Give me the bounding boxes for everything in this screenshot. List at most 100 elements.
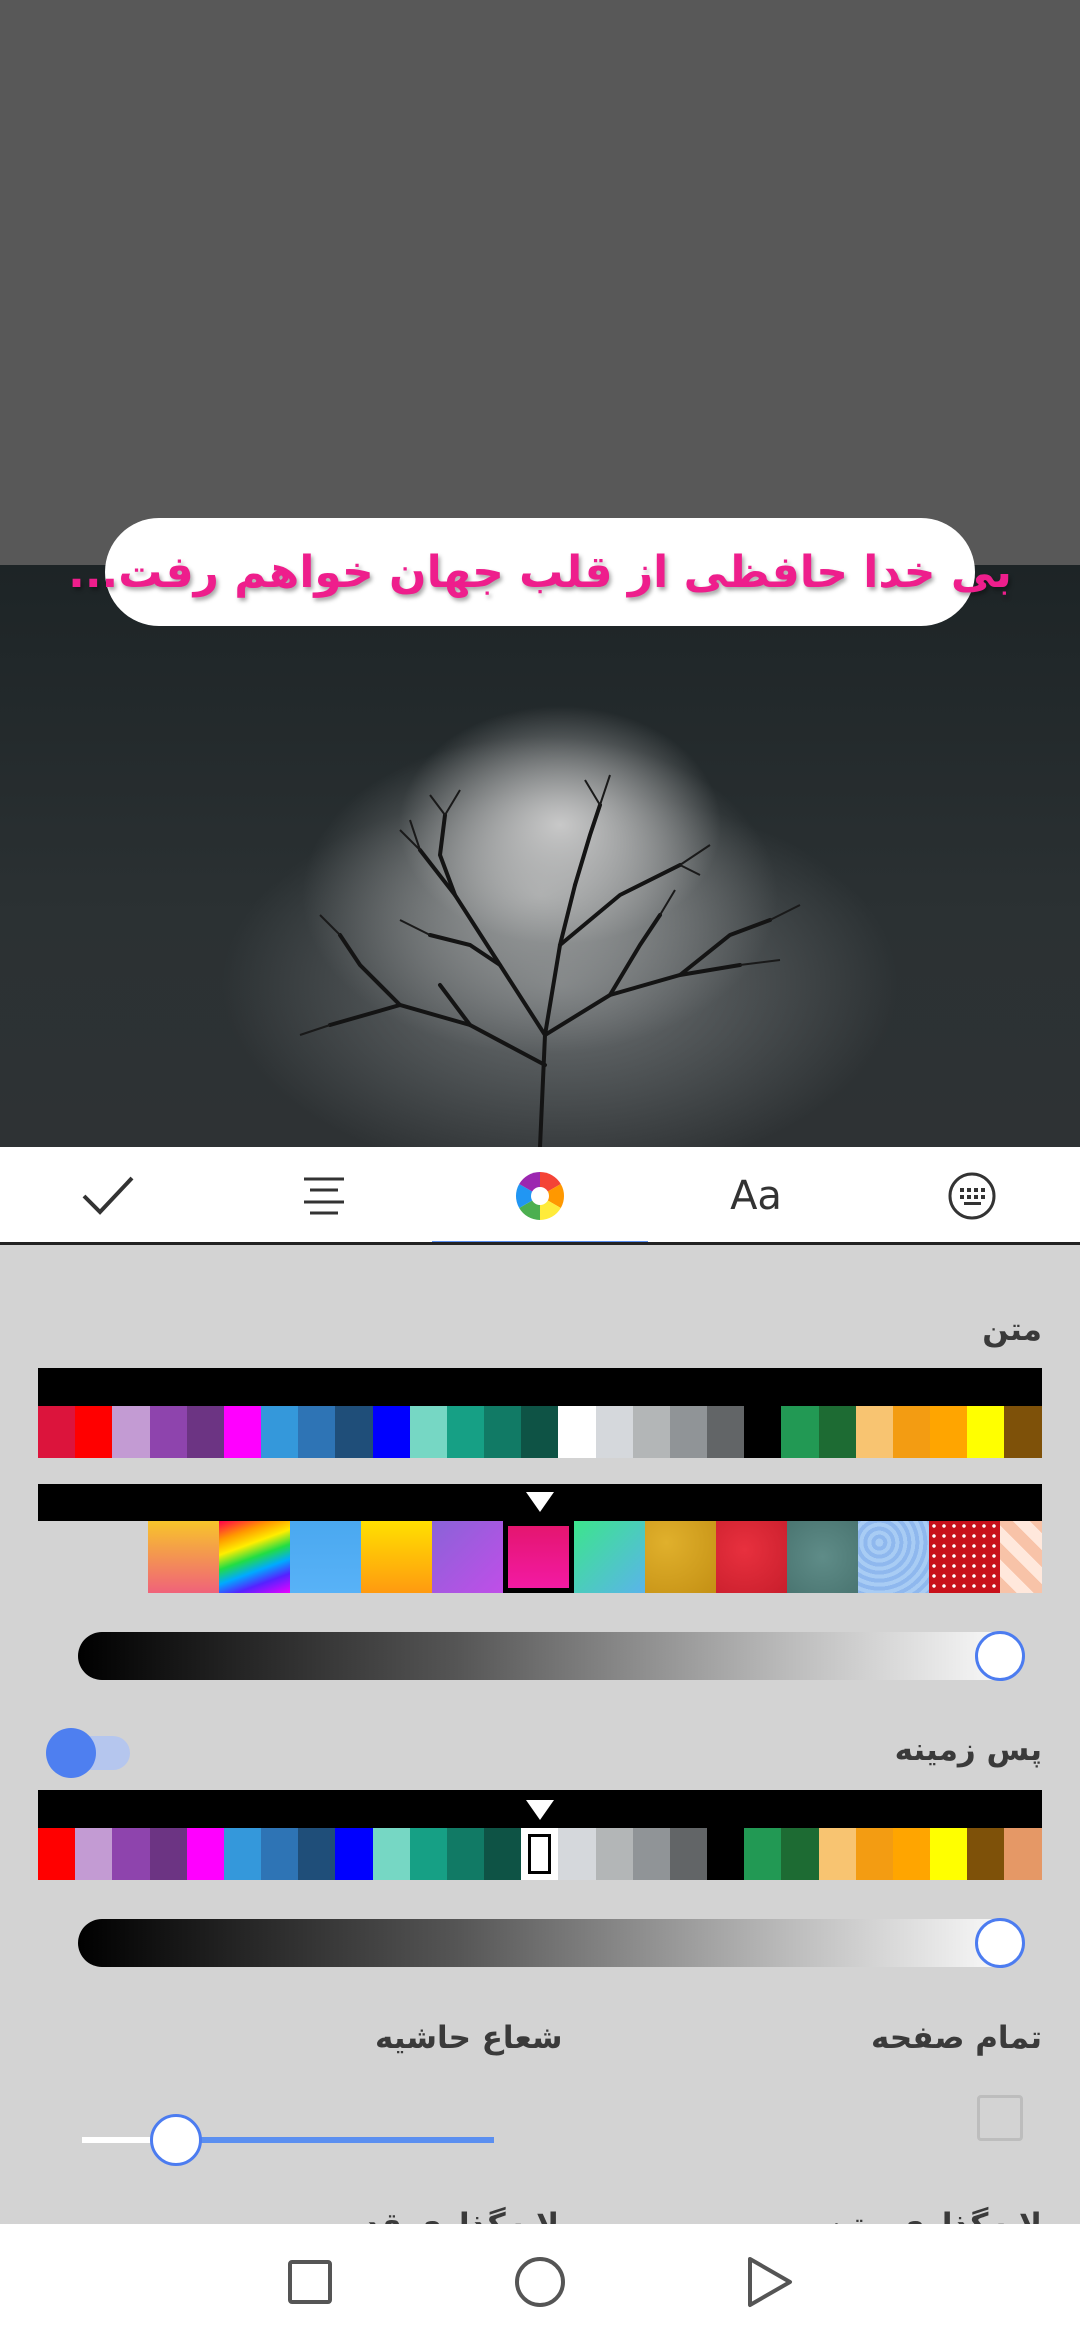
background-color-swatch[interactable] [967, 1828, 1005, 1880]
text-color-swatch[interactable] [521, 1406, 559, 1458]
background-color-swatch[interactable] [75, 1828, 113, 1880]
tab-alignment[interactable] [216, 1147, 432, 1245]
keyboard-icon [948, 1172, 996, 1220]
preview-background [0, 0, 1080, 565]
full-page-checkbox[interactable] [977, 2095, 1023, 2141]
text-color-swatch[interactable] [149, 1406, 187, 1458]
background-photo [0, 565, 1080, 1147]
text-color-swatch[interactable] [595, 1406, 633, 1458]
background-color-swatch[interactable] [372, 1828, 410, 1880]
background-opacity-slider[interactable] [78, 1919, 1024, 1967]
background-color-swatch[interactable] [409, 1828, 447, 1880]
home-icon [515, 2257, 565, 2307]
text-color-swatch[interactable] [112, 1406, 150, 1458]
background-color-swatch[interactable] [669, 1828, 708, 1880]
text-color-swatch[interactable] [632, 1406, 670, 1458]
border-radius-label: شعاع حاشیه [375, 2020, 563, 2056]
background-color-swatch[interactable] [38, 1828, 76, 1880]
text-color-swatch[interactable] [855, 1406, 893, 1458]
keyboard-button[interactable] [864, 1147, 1080, 1245]
background-color-swatch[interactable] [484, 1828, 522, 1880]
text-color-swatch[interactable] [409, 1406, 447, 1458]
background-toggle-thumb[interactable] [46, 1728, 96, 1778]
background-color-swatch[interactable] [930, 1828, 968, 1880]
background-color-swatch[interactable] [335, 1828, 373, 1880]
pattern-swatch-red-texture[interactable] [716, 1521, 787, 1593]
background-color-swatch[interactable] [1004, 1828, 1042, 1880]
pattern-swatch-yellow-orange[interactable] [361, 1521, 432, 1593]
text-color-swatch[interactable] [707, 1406, 745, 1458]
text-color-swatch[interactable] [38, 1406, 76, 1458]
pattern-swatch-peach-check[interactable] [1000, 1521, 1042, 1593]
font-icon: Aa [730, 1173, 782, 1219]
background-color-swatch[interactable] [149, 1828, 187, 1880]
background-opacity-knob[interactable] [975, 1918, 1025, 1968]
text-opacity-slider[interactable] [78, 1632, 1024, 1680]
background-color-swatch[interactable] [261, 1828, 299, 1880]
pattern-swatch-green-teal[interactable] [574, 1521, 645, 1593]
caption-text-box[interactable]: بی خدا حافظی از قلب جهان خواهم رفت... [68, 518, 1012, 626]
text-opacity-knob[interactable] [975, 1631, 1025, 1681]
tab-font[interactable]: Aa [648, 1147, 864, 1245]
text-color-swatch[interactable] [744, 1406, 782, 1458]
text-color-swatch[interactable] [1004, 1406, 1042, 1458]
background-color-swatch[interactable] [186, 1828, 224, 1880]
background-color-swatch[interactable] [521, 1828, 559, 1880]
text-color-swatch[interactable] [484, 1406, 522, 1458]
pattern-swatch-red-dots[interactable] [929, 1521, 1000, 1593]
pattern-pointer-icon [526, 1492, 554, 1512]
pattern-swatch-light-blue[interactable] [290, 1521, 361, 1593]
confirm-button[interactable] [0, 1147, 216, 1245]
text-color-swatch[interactable] [669, 1406, 708, 1458]
background-color-swatch[interactable] [855, 1828, 893, 1880]
text-color-swatch[interactable] [223, 1406, 262, 1458]
back-button[interactable] [742, 2254, 798, 2310]
background-pointer-icon [526, 1800, 554, 1820]
legacy-layer-label: لایه‌گذاری قدیمی [300, 2200, 559, 2224]
text-layer-label: لایه‌گذاری متن [825, 2200, 1042, 2224]
back-icon [748, 2257, 792, 2307]
pattern-swatch-gradient-orange-pink[interactable] [148, 1521, 219, 1593]
text-color-swatch[interactable] [335, 1406, 373, 1458]
background-color-swatch[interactable] [112, 1828, 150, 1880]
text-color-swatch[interactable] [558, 1406, 596, 1458]
background-color-swatch[interactable] [632, 1828, 670, 1880]
background-color-swatch[interactable] [446, 1828, 485, 1880]
text-color-swatch[interactable] [298, 1406, 336, 1458]
tab-color[interactable] [432, 1147, 648, 1245]
recents-button[interactable] [282, 2254, 338, 2310]
text-color-swatch[interactable] [261, 1406, 299, 1458]
text-color-swatch[interactable] [967, 1406, 1005, 1458]
background-color-swatch[interactable] [595, 1828, 633, 1880]
home-button[interactable] [512, 2254, 568, 2310]
background-color-swatch[interactable] [892, 1828, 931, 1880]
background-color-swatch[interactable] [744, 1828, 782, 1880]
full-page-label: تمام صفحه [871, 2020, 1042, 2056]
pattern-swatch-gold-texture[interactable] [645, 1521, 716, 1593]
text-color-swatch[interactable] [818, 1406, 856, 1458]
background-color-swatch[interactable] [298, 1828, 336, 1880]
pattern-swatch-pink-red[interactable] [503, 1521, 574, 1593]
text-color-swatch[interactable] [372, 1406, 410, 1458]
border-radius-knob[interactable] [150, 2114, 202, 2166]
text-color-label: متن [982, 1312, 1042, 1348]
text-color-swatch[interactable] [781, 1406, 819, 1458]
tree-silhouette [299, 774, 801, 1147]
pattern-swatch-purple-violet[interactable] [432, 1521, 503, 1593]
system-navbar [0, 2224, 1080, 2340]
pattern-swatch-teal-texture[interactable] [787, 1521, 858, 1593]
text-color-swatch[interactable] [892, 1406, 931, 1458]
background-color-swatch[interactable] [558, 1828, 596, 1880]
pattern-swatch-rainbow[interactable] [219, 1521, 290, 1593]
text-color-swatch[interactable] [75, 1406, 113, 1458]
text-color-swatch[interactable] [446, 1406, 485, 1458]
text-color-swatch[interactable] [930, 1406, 968, 1458]
background-color-swatch[interactable] [781, 1828, 819, 1880]
pattern-swatch-blue-pattern[interactable] [858, 1521, 929, 1593]
text-color-swatch[interactable] [186, 1406, 224, 1458]
recents-icon [288, 2260, 332, 2304]
background-color-swatch[interactable] [818, 1828, 856, 1880]
background-color-swatch[interactable] [707, 1828, 745, 1880]
text-color-swatches [38, 1406, 1042, 1458]
background-color-swatch[interactable] [223, 1828, 262, 1880]
